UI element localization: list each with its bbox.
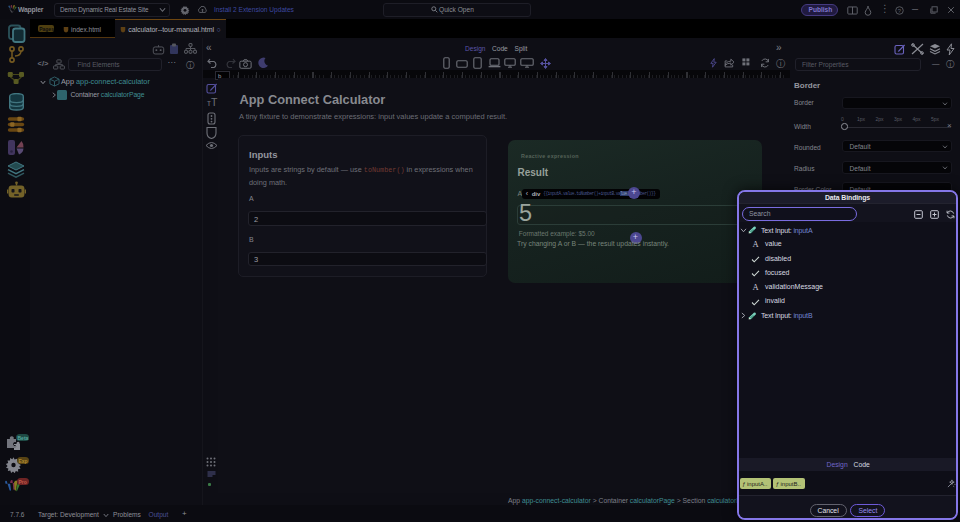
svg-text:?: ? bbox=[898, 7, 902, 13]
